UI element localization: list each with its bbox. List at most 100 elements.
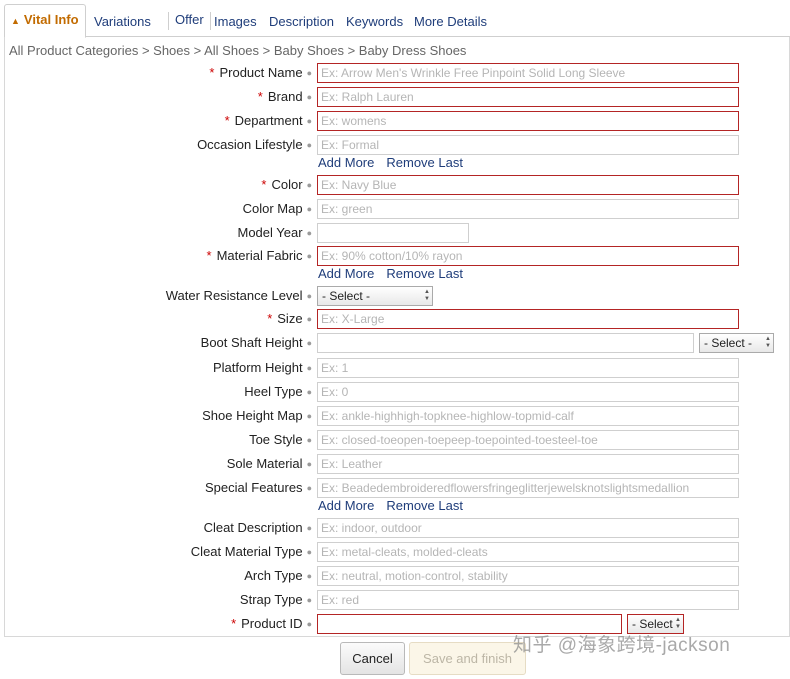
sole-material-input[interactable] xyxy=(317,454,739,474)
special-features-input[interactable] xyxy=(317,478,739,498)
label-text: Product Name xyxy=(219,65,303,80)
bullet-icon: ● xyxy=(306,68,312,78)
tab-label: Description xyxy=(269,14,335,29)
shoe-height-map-input[interactable] xyxy=(317,406,739,426)
bullet-icon: ● xyxy=(306,140,312,150)
add-more-link[interactable]: Add More xyxy=(318,498,374,513)
color-input[interactable] xyxy=(317,175,739,195)
label-text: Toe Style xyxy=(249,432,303,447)
bullet-icon: ● xyxy=(306,547,312,557)
select-value: - Select - xyxy=(704,336,753,350)
tab-offer[interactable]: Offer xyxy=(169,6,210,35)
save-and-finish-button[interactable]: Save and finish xyxy=(409,642,526,675)
product-name-input[interactable] xyxy=(317,63,739,83)
heel-type-input[interactable] xyxy=(317,382,739,402)
heel-type-label: Heel Type ● xyxy=(244,384,312,399)
label-text: Boot Shaft Height xyxy=(200,335,303,350)
label-text: Arch Type xyxy=(244,568,303,583)
model-year-input[interactable] xyxy=(317,223,469,243)
toe-style-input[interactable] xyxy=(317,430,739,450)
remove-last-link[interactable]: Remove Last xyxy=(386,155,463,170)
department-input[interactable] xyxy=(317,111,739,131)
tab-label: Offer xyxy=(175,12,204,27)
cleat-description-input[interactable] xyxy=(317,518,739,538)
tab-label: Vital Info xyxy=(23,12,79,27)
cleat-material-type-input[interactable] xyxy=(317,542,739,562)
bullet-icon: ● xyxy=(306,291,312,301)
bullet-icon: ● xyxy=(306,92,312,102)
remove-last-link[interactable]: Remove Last xyxy=(386,498,463,513)
label-text: Cleat Material Type xyxy=(190,544,303,559)
boot-shaft-unit-select[interactable]: - Select - ▲ ▼ xyxy=(699,333,774,353)
label-text: Platform Height xyxy=(212,360,303,375)
material-fabric-input[interactable] xyxy=(317,246,739,266)
bullet-icon: ● xyxy=(306,483,312,493)
label-text: Water Resistance Level xyxy=(165,288,303,303)
arch-type-input[interactable] xyxy=(317,566,739,586)
cancel-button[interactable]: Cancel xyxy=(340,642,405,675)
product-id-label: * Product ID ● xyxy=(231,616,312,631)
cleat-material-type-label: Cleat Material Type ● xyxy=(191,544,312,559)
bullet-icon: ● xyxy=(306,459,312,469)
model-year-label: Model Year ● xyxy=(238,225,313,240)
occasion-lifestyle-input[interactable] xyxy=(317,135,739,155)
special-features-label: Special Features ● xyxy=(205,480,312,495)
bullet-icon: ● xyxy=(306,363,312,373)
bullet-icon: ● xyxy=(306,619,312,629)
add-more-link[interactable]: Add More xyxy=(318,155,374,170)
label-text: Color Map xyxy=(242,201,303,216)
strap-type-input[interactable] xyxy=(317,590,739,610)
required-mark: * xyxy=(257,89,263,104)
boot-shaft-height-input[interactable] xyxy=(317,333,694,353)
bullet-icon: ● xyxy=(306,338,312,348)
special-features-links: Add More Remove Last xyxy=(318,498,463,513)
tab-more-details[interactable]: More Details xyxy=(408,8,493,37)
tab-label: Keywords xyxy=(346,14,404,29)
bullet-icon: ● xyxy=(306,228,312,238)
required-mark: * xyxy=(209,65,215,80)
material-fabric-links: Add More Remove Last xyxy=(318,266,463,281)
breadcrumb: All Product Categories > Shoes > All Sho… xyxy=(9,43,467,58)
cleat-description-label: Cleat Description ● xyxy=(204,520,312,535)
platform-height-input[interactable] xyxy=(317,358,739,378)
bullet-icon: ● xyxy=(306,204,312,214)
toe-style-label: Toe Style ● xyxy=(249,432,312,447)
size-input[interactable] xyxy=(317,309,739,329)
label-text: Special Features xyxy=(205,480,303,495)
label-text: Model Year xyxy=(237,225,303,240)
occasion-lifestyle-label: Occasion Lifestyle ● xyxy=(197,137,312,152)
material-fabric-label: * Material Fabric ● xyxy=(207,248,312,263)
watermark: 知乎 @海象跨境-jackson xyxy=(513,635,731,656)
select-arrows-icon: ▲ ▼ xyxy=(424,289,430,302)
tab-images[interactable]: Images xyxy=(208,8,263,37)
tab-label: Variations xyxy=(94,14,151,29)
water-resistance-label: Water Resistance Level ● xyxy=(166,288,312,303)
label-text: Department xyxy=(234,113,303,128)
department-label: * Department ● xyxy=(225,113,312,128)
tab-description[interactable]: Description xyxy=(263,8,340,37)
add-more-link[interactable]: Add More xyxy=(318,266,374,281)
tab-variations[interactable]: Variations xyxy=(88,8,157,37)
tab-vital-info[interactable]: ▲ Vital Info xyxy=(4,4,86,38)
bullet-icon: ● xyxy=(306,251,312,261)
select-arrows-icon: ▲ ▼ xyxy=(675,617,681,630)
label-text: Heel Type xyxy=(244,384,303,399)
color-map-input[interactable] xyxy=(317,199,739,219)
required-mark: * xyxy=(267,311,273,326)
required-mark: * xyxy=(224,113,230,128)
label-text: Shoe Height Map xyxy=(202,408,303,423)
brand-input[interactable] xyxy=(317,87,739,107)
bullet-icon: ● xyxy=(306,180,312,190)
size-label: * Size ● xyxy=(267,311,312,326)
label-text: Product ID xyxy=(241,616,303,631)
tab-keywords[interactable]: Keywords xyxy=(340,8,409,37)
remove-last-link[interactable]: Remove Last xyxy=(386,266,463,281)
label-text: Color xyxy=(271,177,303,192)
tab-bar: ▲ Vital Info Variations Offer Images Desc… xyxy=(4,4,790,38)
sole-material-label: Sole Material ● xyxy=(227,456,312,471)
bullet-icon: ● xyxy=(306,571,312,581)
occasion-lifestyle-links: Add More Remove Last xyxy=(318,155,463,170)
tab-label: Images xyxy=(214,14,257,29)
caret-up-icon: ▲ xyxy=(11,16,20,26)
water-resistance-select[interactable]: - Select - ▲ ▼ xyxy=(317,286,433,306)
